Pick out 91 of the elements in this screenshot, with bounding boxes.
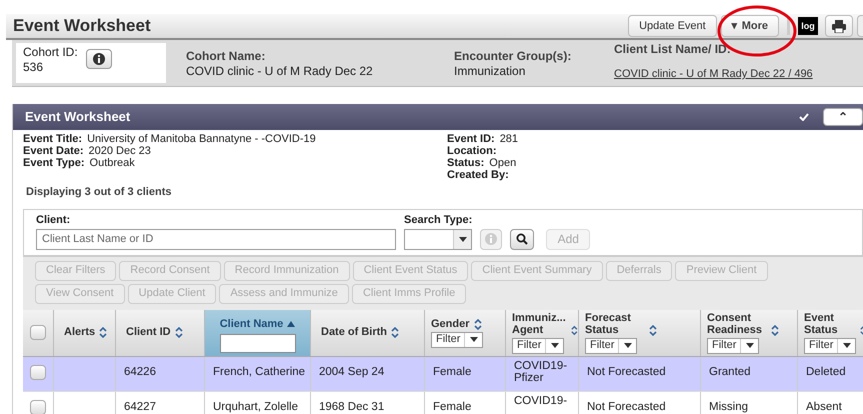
encounter-group-value: Immunization	[454, 64, 526, 79]
table-cell: 64227	[124, 400, 156, 414]
column-header[interactable]: Date of Birth	[321, 324, 387, 341]
table-cell-text: COVID19-Pfizer	[514, 360, 568, 386]
print-button[interactable]	[825, 15, 853, 37]
page-title: Event Worksheet	[13, 15, 151, 38]
table-cell-text: COVID19-	[514, 394, 568, 408]
table-row[interactable]: 64227 Urquhart, Zolelle 1968 Dec 31 Female COVID19- Not Forecasted Missing Absent	[23, 392, 863, 414]
event-field-label: Location:	[447, 145, 496, 157]
encounter-group-label: Encounter Group(s):	[454, 49, 572, 64]
table-cell-text: Deleted	[806, 366, 846, 380]
checkmark-icon	[799, 113, 809, 121]
info-icon	[92, 53, 105, 65]
sort-ascending-icon	[287, 320, 296, 327]
caret-icon	[624, 343, 632, 348]
event-field-value: Open	[489, 157, 516, 169]
table-cell-text: 2004 Sep 24	[319, 366, 384, 380]
filter-dropdown[interactable]: Filter	[585, 338, 638, 354]
table-cell-text: Granted	[709, 366, 751, 380]
row-checkbox[interactable]	[30, 325, 46, 340]
table-cell: Missing	[709, 400, 748, 414]
event-field-value: 281	[500, 133, 518, 145]
cohort-id-label: Cohort ID:	[23, 45, 78, 60]
column-header[interactable]: Immuniz... Agent	[512, 312, 568, 336]
event-field-label: Event Title:	[23, 133, 82, 145]
sort-icon	[474, 318, 482, 330]
filter-dropdown[interactable]: Filter	[431, 332, 484, 348]
caret-icon	[470, 337, 478, 342]
print-icon	[832, 20, 846, 32]
table-cell-text: French, Catherine	[213, 366, 306, 380]
table-cell-text: Not Forecasted	[587, 366, 666, 380]
client-search-field[interactable]: Client Last Name or ID	[36, 228, 396, 250]
column-header[interactable]: Event Status	[804, 312, 856, 336]
sort-icon	[571, 324, 578, 336]
sorted-column-header[interactable]: Client Name	[205, 310, 311, 356]
filter-dropdown[interactable]: Filter	[512, 338, 564, 354]
caret-icon	[746, 343, 754, 348]
event-field-label: Event Date:	[23, 145, 84, 157]
table-cell-text: Female	[433, 366, 472, 380]
row-checkbox[interactable]	[30, 400, 46, 414]
event-field-value: Outbreak	[90, 157, 135, 169]
cohort-name-value: COVID clinic - U of M Rady Dec 22	[186, 64, 374, 79]
panel-title: Event Worksheet	[25, 108, 130, 126]
search-icon	[516, 233, 528, 245]
column-header[interactable]: Gender	[431, 318, 470, 330]
search-type-label: Search Type:	[404, 213, 472, 228]
column-header[interactable]: Alerts	[64, 324, 96, 341]
event-field-label: Status:	[447, 157, 484, 169]
column-header[interactable]: Client ID	[126, 324, 171, 341]
client-list-link[interactable]: COVID clinic - U of M Rady Dec 22 / 496	[614, 68, 813, 82]
cohort-id-value: 536	[23, 60, 44, 75]
search-type-dropdown[interactable]	[404, 228, 472, 250]
name-filter-field[interactable]	[220, 334, 296, 353]
filter-dropdown[interactable]: Filter	[804, 338, 856, 354]
event-field-label: Event ID:	[447, 133, 495, 145]
table-cell: Urquhart, Zolelle	[213, 400, 298, 414]
caret-icon	[842, 343, 851, 348]
column-header[interactable]: Forecast Status	[585, 312, 645, 336]
event-field-label: Created By:	[447, 169, 509, 181]
caret-icon	[458, 236, 466, 242]
sort-icon	[771, 324, 779, 336]
sort-icon	[99, 327, 108, 338]
column-header[interactable]: Client Name	[220, 316, 284, 332]
client-count-text: Displaying 3 out of 3 clients	[26, 185, 172, 200]
sort-icon	[649, 324, 657, 336]
sort-icon	[174, 327, 183, 338]
log-icon[interactable]: log	[798, 17, 818, 35]
cohort-name-label: Cohort Name:	[186, 49, 266, 64]
caret-icon	[550, 343, 559, 348]
table-cell-text: 64226	[124, 366, 156, 380]
row-checkbox[interactable]	[30, 364, 46, 380]
event-field-label: Event Type:	[23, 157, 85, 169]
collapse-button[interactable]: ⌃	[823, 108, 863, 126]
table-row[interactable]: 64226 French, Catherine 2004 Sep 24 Female COVID19-Pfizer Not Forecasted Granted Deleted	[23, 356, 863, 392]
table-cell: Absent	[806, 400, 842, 414]
table-cell: Not Forecasted	[587, 400, 666, 414]
info-icon	[485, 233, 498, 245]
more-button[interactable]: ▾ More	[720, 15, 779, 37]
event-field-value: University of Manitoba Bannatyne - -COVID-19	[87, 133, 316, 145]
event-field-value: 2020 Dec 23	[88, 145, 151, 157]
update-event-button[interactable]: Update Event	[628, 15, 717, 37]
client-label: Client:	[36, 213, 72, 228]
toolbar-button[interactable]	[857, 15, 863, 37]
column-header[interactable]: Consent Readiness	[707, 312, 767, 336]
table-cell: 1968 Dec 31	[319, 400, 384, 414]
table-cell: Female	[433, 400, 472, 414]
filter-dropdown[interactable]: Filter	[707, 338, 760, 354]
info-button[interactable]	[86, 49, 112, 69]
client-list-label: Client List Name/ ID:	[614, 42, 732, 57]
sort-icon	[391, 327, 399, 338]
search-button[interactable]	[510, 228, 534, 250]
